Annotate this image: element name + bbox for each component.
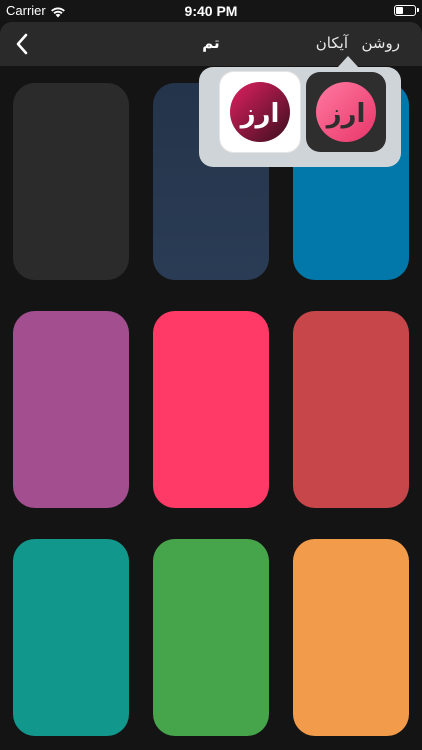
icon-menu-button[interactable]: آیکان <box>316 34 348 52</box>
theme-swatch-charcoal[interactable] <box>13 83 129 280</box>
dark-app-icon: ارز <box>316 82 376 142</box>
light-app-icon-option[interactable]: ارز <box>220 72 300 152</box>
theme-swatch-brick-red[interactable] <box>293 311 409 508</box>
theme-swatch-teal[interactable] <box>13 539 129 736</box>
status-bar: Carrier 9:40 PM <box>0 0 422 22</box>
dark-icon-logo-text: ارز <box>325 99 366 129</box>
battery-level <box>396 7 403 14</box>
battery-cap <box>417 8 419 12</box>
theme-swatch-plum[interactable] <box>13 311 129 508</box>
battery-icon <box>394 5 419 16</box>
theme-grid <box>0 66 422 750</box>
page-title: تم <box>202 34 220 52</box>
theme-swatch-green[interactable] <box>153 539 269 736</box>
icon-picker-popover: ارز ارز <box>199 67 401 167</box>
light-mode-button[interactable]: روشن <box>362 34 400 52</box>
dark-app-icon-option[interactable]: ارز <box>306 72 386 152</box>
light-icon-logo-text: ارز <box>239 99 280 129</box>
theme-swatch-pink[interactable] <box>153 311 269 508</box>
light-app-icon: ارز <box>230 82 290 142</box>
status-time: 9:40 PM <box>184 3 238 19</box>
theme-swatch-orange[interactable] <box>293 539 409 736</box>
